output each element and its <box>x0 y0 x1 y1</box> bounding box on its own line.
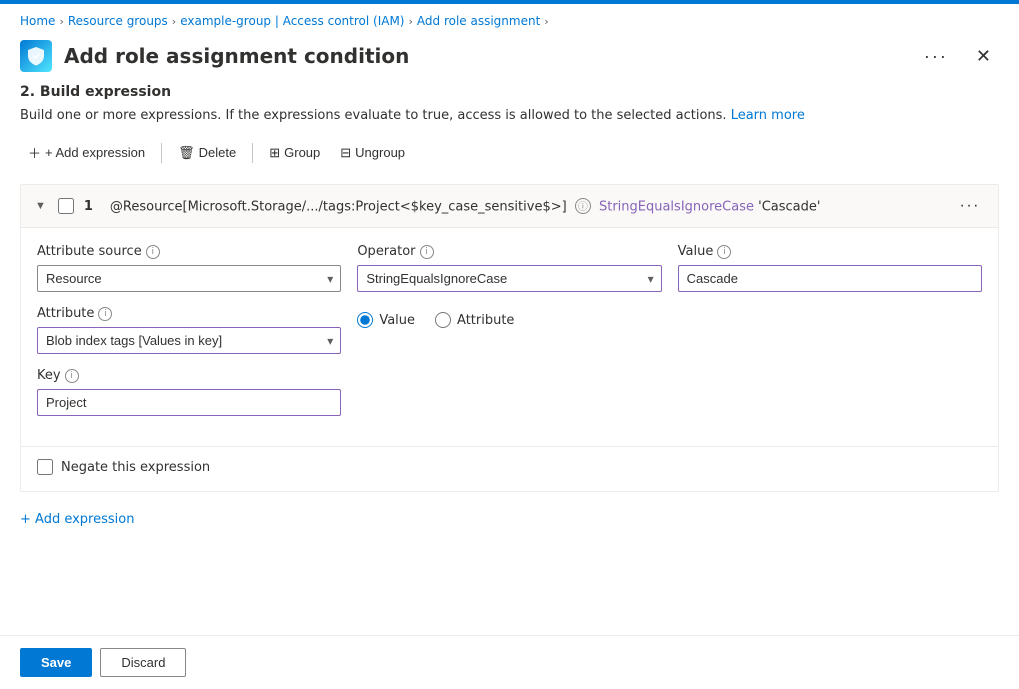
add-expression-label: + Add expression <box>45 145 145 160</box>
key-label: Key i <box>37 368 341 383</box>
save-button[interactable]: Save <box>20 648 92 677</box>
ungroup-icon: ⊟ <box>340 145 351 161</box>
formula-info[interactable]: ⓘ <box>575 198 591 214</box>
toolbar-divider-2 <box>252 143 253 163</box>
close-button[interactable]: ✕ <box>968 43 999 69</box>
attribute-source-select[interactable]: Resource <box>37 265 341 292</box>
plus-icon: ＋ <box>28 143 41 162</box>
main-content: 2. Build expression Build one or more ex… <box>0 84 1019 535</box>
radio-attribute-input[interactable] <box>435 312 451 328</box>
shield-icon <box>26 46 46 66</box>
operator-info[interactable]: i <box>420 245 434 259</box>
attribute-source-label: Attribute source i <box>37 244 341 259</box>
key-input[interactable] <box>37 389 341 416</box>
operator-label: Operator i <box>357 244 661 259</box>
toolbar-divider-1 <box>161 143 162 163</box>
value-info[interactable]: i <box>717 245 731 259</box>
more-options-button[interactable]: ··· <box>916 42 956 71</box>
group-label: Group <box>284 145 320 160</box>
radio-value[interactable]: Value <box>357 312 415 328</box>
delete-label: Delete <box>199 145 237 160</box>
negate-section: Negate this expression <box>21 446 998 491</box>
breadcrumb-sep-2: › <box>172 15 176 28</box>
breadcrumb-home[interactable]: Home <box>20 14 55 28</box>
radio-attribute[interactable]: Attribute <box>435 312 514 328</box>
value-field-label: Value i <box>678 244 982 259</box>
attribute-info[interactable]: i <box>98 307 112 321</box>
attribute-wrapper: Blob index tags [Values in key] <box>37 327 341 354</box>
delete-button[interactable]: 🗑 Delete <box>170 139 244 167</box>
expression-body: Attribute source i Resource Attribute <box>21 228 998 446</box>
middle-column: Operator i StringEqualsIgnoreCase <box>357 244 661 416</box>
breadcrumb-sep-3: › <box>408 15 412 28</box>
page-title: Add role assignment condition <box>64 44 904 68</box>
operator-wrapper: StringEqualsIgnoreCase <box>357 265 661 292</box>
page-icon <box>20 40 52 72</box>
radio-value-label: Value <box>379 313 415 328</box>
breadcrumb: Home › Resource groups › example-group |… <box>0 4 1019 36</box>
discard-button[interactable]: Discard <box>100 648 186 677</box>
value-type-radio-group: Value Attribute <box>357 312 661 328</box>
left-column: Attribute source i Resource Attribute <box>37 244 341 416</box>
toolbar: ＋ + Add expression 🗑 Delete ⊞ Group ⊟ Un… <box>20 137 999 168</box>
expression-more-button[interactable]: ··· <box>954 195 986 217</box>
breadcrumb-sep-1: › <box>59 15 63 28</box>
negate-checkbox[interactable] <box>37 459 53 475</box>
breadcrumb-resource-groups[interactable]: Resource groups <box>68 14 168 28</box>
expr-row-1: Attribute source i Resource Attribute <box>37 244 982 416</box>
attribute-select[interactable]: Blob index tags [Values in key] <box>37 327 341 354</box>
group-button[interactable]: ⊞ Group <box>261 139 328 167</box>
expression-formula: @Resource[Microsoft.Storage/.../tags:Pro… <box>110 198 944 215</box>
add-expression-toolbar-button[interactable]: ＋ + Add expression <box>20 137 153 168</box>
add-expression-bottom-link[interactable]: + Add expression <box>20 504 999 535</box>
expression-checkbox[interactable] <box>58 198 74 214</box>
breadcrumb-add-role[interactable]: Add role assignment <box>417 14 540 28</box>
learn-more-link[interactable]: Learn more <box>731 108 805 123</box>
operator-select[interactable]: StringEqualsIgnoreCase <box>357 265 661 292</box>
key-info[interactable]: i <box>65 369 79 383</box>
breadcrumb-access-control[interactable]: example-group | Access control (IAM) <box>180 14 404 28</box>
footer: Save Discard <box>0 635 1019 689</box>
section-title: 2. Build expression <box>20 84 999 100</box>
group-icon: ⊞ <box>269 145 280 161</box>
radio-attribute-label: Attribute <box>457 313 514 328</box>
value-input[interactable] <box>678 265 982 292</box>
page-header: Add role assignment condition ··· ✕ <box>0 36 1019 84</box>
expression-block: ▼ 1 @Resource[Microsoft.Storage/.../tags… <box>20 184 999 492</box>
expression-header: ▼ 1 @Resource[Microsoft.Storage/.../tags… <box>21 185 998 228</box>
right-column: Value i <box>678 244 982 416</box>
ungroup-button[interactable]: ⊟ Ungroup <box>332 139 413 167</box>
expression-number: 1 <box>84 199 100 214</box>
radio-value-input[interactable] <box>357 312 373 328</box>
attribute-label: Attribute i <box>37 306 341 321</box>
formula-resource: @Resource[Microsoft.Storage/.../tags:Pro… <box>110 199 567 214</box>
attribute-source-info[interactable]: i <box>146 245 160 259</box>
breadcrumb-sep-4: › <box>544 15 548 28</box>
collapse-button[interactable]: ▼ <box>33 199 48 214</box>
section-description: Build one or more expressions. If the ex… <box>20 108 999 123</box>
ungroup-label: Ungroup <box>355 145 405 160</box>
formula-func: StringEqualsIgnoreCase <box>599 199 754 214</box>
attribute-source-wrapper: Resource <box>37 265 341 292</box>
negate-label: Negate this expression <box>61 460 210 475</box>
formula-value: 'Cascade' <box>758 199 820 214</box>
delete-icon: 🗑 <box>178 145 195 161</box>
